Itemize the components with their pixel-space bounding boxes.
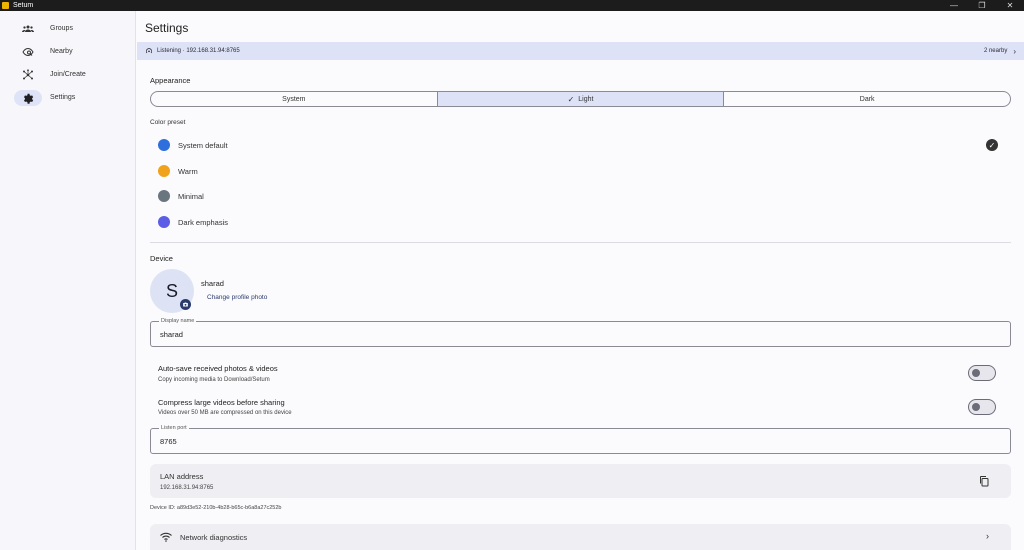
groups-icon — [14, 21, 42, 37]
sidebar-item-settings[interactable]: Settings — [6, 86, 129, 109]
listening-status-bar[interactable]: Listening · 192.168.31.94:8765 2 nearby … — [137, 42, 1024, 60]
compress-videos-subtitle: Videos over 50 MB are compressed on this… — [158, 410, 292, 416]
auto-save-toggle[interactable] — [968, 365, 996, 381]
color-swatch — [158, 216, 170, 228]
title-bar: Setum — ❐ ✕ — [0, 0, 1024, 11]
selected-check-icon: ✓ — [986, 139, 998, 151]
color-swatch — [158, 139, 170, 151]
appearance-selector: System ✓ Light Dark — [150, 91, 1011, 107]
sidebar-item-nearby[interactable]: Nearby — [6, 40, 129, 63]
preset-minimal[interactable]: Minimal — [158, 188, 204, 204]
auto-save-subtitle: Copy incoming media to Download/Setum — [158, 377, 270, 383]
nearby-count: 2 nearby — [983, 48, 1008, 54]
broadcast-icon — [145, 48, 153, 54]
compress-videos-toggle[interactable] — [968, 399, 996, 415]
appearance-option-light[interactable]: ✓ Light — [437, 92, 725, 106]
color-preset-label: Color preset — [150, 119, 186, 126]
preset-dark-emphasis[interactable]: Dark emphasis — [158, 214, 228, 230]
sidebar-item-label: Nearby — [50, 48, 73, 55]
chevron-right-icon: › — [1013, 46, 1016, 56]
check-icon: ✓ — [567, 94, 575, 104]
appearance-option-system[interactable]: System — [151, 92, 438, 106]
listening-status-text: Listening · 192.168.31.94:8765 — [157, 48, 240, 54]
listen-port-value: 8765 — [160, 437, 177, 446]
change-profile-photo-link[interactable]: Change profile photo — [207, 294, 267, 301]
minimize-button[interactable]: — — [940, 0, 968, 11]
chevron-right-icon: › — [986, 531, 989, 541]
compress-videos-title: Compress large videos before sharing — [158, 398, 285, 407]
sidebar: Groups Nearby Join/Create Settings — [0, 11, 136, 550]
maximize-button[interactable]: ❐ — [968, 0, 996, 11]
color-swatch — [158, 165, 170, 177]
listen-port-field[interactable]: Listen port 8765 — [150, 425, 1011, 454]
device-id-text: Device ID: a89d3e52-210b-4b28-b65c-b6a8a… — [150, 505, 282, 511]
close-button[interactable]: ✕ — [996, 0, 1024, 11]
lan-address-title: LAN address — [160, 472, 204, 481]
sidebar-item-join-create[interactable]: Join/Create — [6, 63, 129, 86]
auto-save-title: Auto-save received photos & videos — [158, 364, 278, 373]
lan-address-value: 192.168.31.94:8765 — [160, 485, 214, 491]
appearance-label: Appearance — [150, 76, 191, 85]
lan-address-card: LAN address 192.168.31.94:8765 — [150, 464, 1011, 498]
preset-system-default[interactable]: System default — [158, 137, 228, 153]
wifi-icon — [160, 532, 172, 542]
settings-page: Settings Listening · 192.168.31.94:8765 … — [137, 11, 1024, 550]
network-diagnostics-label: Network diagnostics — [180, 533, 248, 542]
profile-name: sharad — [201, 279, 224, 288]
sidebar-item-groups[interactable]: Groups — [6, 17, 129, 40]
gear-icon — [14, 89, 42, 106]
divider — [150, 242, 1011, 243]
sidebar-item-label: Join/Create — [50, 71, 86, 78]
display-name-field[interactable]: Display name sharad — [150, 318, 1011, 347]
copy-icon[interactable] — [978, 475, 990, 487]
network-diagnostics-row[interactable]: Network diagnostics › — [150, 524, 1011, 550]
listen-port-label: Listen port — [159, 425, 189, 431]
window-title: Setum — [13, 2, 34, 9]
device-label: Device — [150, 254, 173, 263]
color-swatch — [158, 190, 170, 202]
app-logo-icon — [2, 2, 9, 9]
preset-warm[interactable]: Warm — [158, 163, 198, 179]
display-name-value: sharad — [160, 330, 183, 339]
hub-icon — [14, 67, 42, 83]
display-name-label: Display name — [159, 318, 197, 324]
camera-icon[interactable] — [180, 299, 191, 310]
sidebar-item-label: Groups — [50, 25, 73, 32]
radar-icon — [14, 44, 42, 60]
page-title: Settings — [145, 21, 189, 35]
sidebar-item-label: Settings — [50, 94, 76, 101]
appearance-option-dark[interactable]: Dark — [724, 92, 1010, 106]
